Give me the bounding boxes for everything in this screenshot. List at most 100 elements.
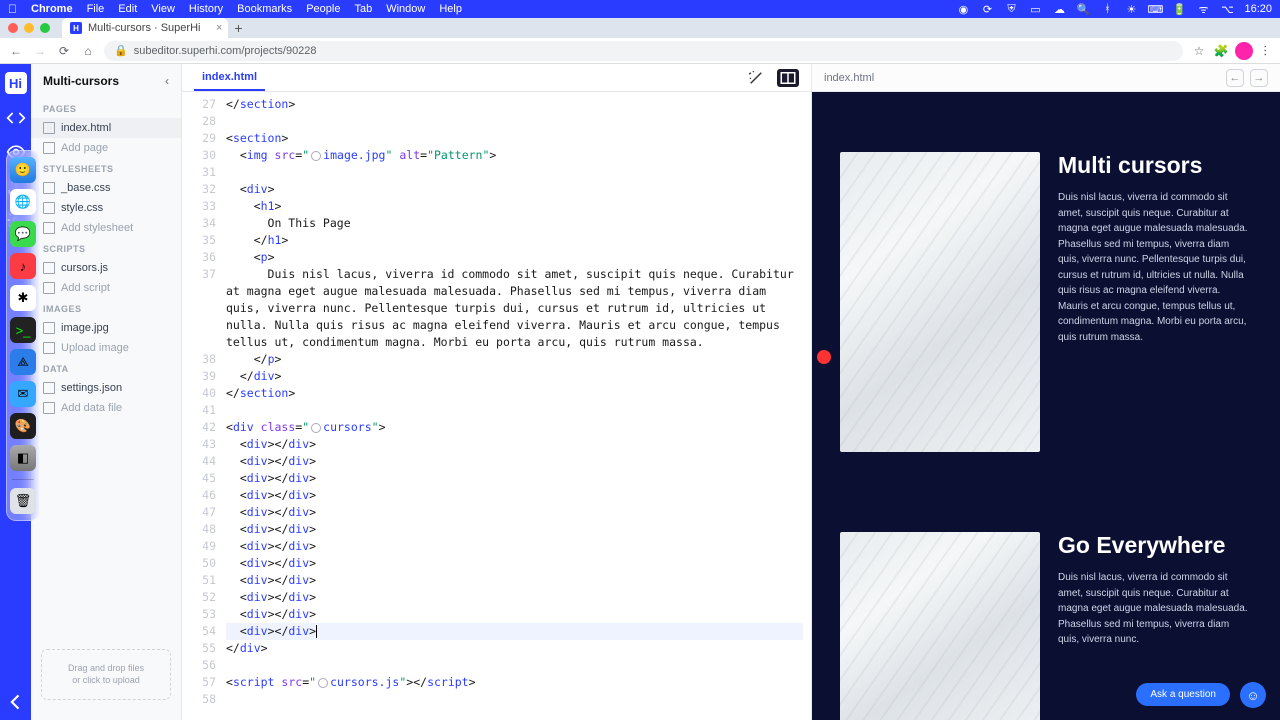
profile-avatar[interactable] [1235, 42, 1253, 60]
menu-window[interactable]: Window [386, 3, 425, 15]
menu-edit[interactable]: Edit [118, 3, 137, 15]
file-index-html[interactable]: index.html [31, 118, 181, 138]
preview-forward-button[interactable]: → [1250, 69, 1268, 87]
status-spotlight-icon[interactable]: 🔍 [1076, 2, 1090, 16]
chat-face-icon[interactable]: ☺ [1240, 682, 1266, 708]
dock-app-icon[interactable]: ◧ [10, 445, 36, 471]
window-controls[interactable] [8, 23, 50, 33]
drop-hint-line1: Drag and drop files [50, 662, 162, 675]
add-data-file-button[interactable]: Add data file [31, 398, 181, 418]
preview-section-1: Multi cursors Duis nisl lacus, viverra i… [840, 152, 1252, 452]
code-content[interactable]: </section> <section> <img src="image.jpg… [226, 92, 811, 720]
preview-title: index.html [824, 72, 874, 84]
file-icon [43, 122, 55, 134]
file-style-css[interactable]: style.css [31, 198, 181, 218]
browser-tab[interactable]: H Multi-cursors · SuperHi × [62, 18, 228, 38]
nav-home-button[interactable]: ⌂ [80, 43, 96, 59]
file-icon [43, 182, 55, 194]
file-icon [43, 202, 55, 214]
dock-messages-icon[interactable]: 💬 [10, 221, 36, 247]
nav-reload-button[interactable]: ⟳ [56, 43, 72, 59]
section-data-label: DATA [31, 358, 181, 378]
drop-zone[interactable]: Drag and drop files or click to upload [41, 649, 171, 700]
cursor-dot [817, 350, 831, 364]
dock-figma-icon[interactable]: 🎨 [10, 413, 36, 439]
status-keyboard-icon[interactable]: ⌨ [1148, 2, 1162, 16]
status-wifi-icon[interactable]: ᯤ [1196, 2, 1210, 16]
status-cloud-icon[interactable]: ☁ [1052, 2, 1066, 16]
status-time[interactable]: 16:20 [1244, 3, 1272, 15]
magic-wand-icon[interactable] [745, 69, 767, 87]
file-cursors-js[interactable]: cursors.js [31, 258, 181, 278]
file-image-jpg[interactable]: image.jpg [31, 318, 181, 338]
dock-slack-icon[interactable]: ✱ [10, 285, 36, 311]
dock-vscode-icon[interactable]: ⟁ [10, 349, 36, 375]
dock-terminal-icon[interactable]: >_ [10, 317, 36, 343]
preview-heading-1: Multi cursors [1058, 152, 1252, 178]
site-info-icon[interactable]: 🔒 [114, 44, 128, 57]
file-icon [43, 322, 55, 334]
tab-close-icon[interactable]: × [216, 22, 222, 34]
new-tab-button[interactable]: + [228, 20, 248, 36]
preview-viewport[interactable]: Multi cursors Duis nisl lacus, viverra i… [812, 92, 1280, 720]
dock-chrome-icon[interactable]: 🌐 [10, 189, 36, 215]
status-sun-icon[interactable]: ☀ [1124, 2, 1138, 16]
section-images-label: IMAGES [31, 298, 181, 318]
dock-finder-icon[interactable]: 🙂 [10, 157, 36, 183]
menu-bookmarks[interactable]: Bookmarks [237, 3, 292, 15]
app-root: Hi Multi-cursors ‹ PAGES index.html Add … [0, 64, 1280, 720]
chat-widget[interactable]: Ask a question [1136, 683, 1230, 706]
menu-help[interactable]: Help [439, 3, 462, 15]
extensions-icon[interactable]: 🧩 [1213, 43, 1229, 59]
status-bluetooth-icon[interactable]: ᚼ [1100, 2, 1114, 16]
chrome-menu-icon[interactable]: ⋯ [1259, 44, 1273, 57]
window-close-icon[interactable] [8, 23, 18, 33]
apple-menu-icon[interactable]:  [8, 2, 17, 16]
dock-music-icon[interactable]: ♪ [10, 253, 36, 279]
upload-image-button[interactable]: Upload image [31, 338, 181, 358]
status-battery-icon[interactable]: 🔋 [1172, 2, 1186, 16]
chrome-tab-strip: H Multi-cursors · SuperHi × + [0, 18, 1280, 38]
app-name[interactable]: Chrome [31, 3, 73, 15]
nav-forward-button[interactable]: → [32, 43, 48, 59]
url-field[interactable]: 🔒 subeditor.superhi.com/projects/90228 [104, 41, 1183, 61]
nav-back-button[interactable]: ← [8, 43, 24, 59]
status-sync-icon[interactable]: ⟳ [980, 2, 994, 16]
sidebar-collapse-icon[interactable]: ‹ [165, 74, 169, 88]
dock-mail-icon[interactable]: ✉ [10, 381, 36, 407]
rail-back-icon[interactable] [6, 692, 26, 712]
menu-tab[interactable]: Tab [354, 3, 372, 15]
dock-trash-icon[interactable]: 🗑 [10, 488, 36, 514]
file-base-css[interactable]: _base.css [31, 178, 181, 198]
status-shield-icon[interactable]: ⛨ [1004, 2, 1018, 16]
add-icon [43, 142, 55, 154]
file-sidebar: Multi-cursors ‹ PAGES index.html Add pag… [31, 64, 182, 720]
section-scripts-label: SCRIPTS [31, 238, 181, 258]
section-stylesheets-label: STYLESHEETS [31, 158, 181, 178]
status-display-icon[interactable]: ▭ [1028, 2, 1042, 16]
code-editor: index.html 2728293031323334353637 383940… [182, 64, 811, 720]
code-area[interactable]: 2728293031323334353637 38394041424344454… [182, 92, 811, 720]
status-camera-icon[interactable]: ◉ [956, 2, 970, 16]
preview-header: index.html ← → [812, 64, 1280, 92]
menu-file[interactable]: File [87, 3, 105, 15]
add-icon [43, 402, 55, 414]
tab-favicon-icon: H [70, 22, 82, 34]
menu-people[interactable]: People [306, 3, 340, 15]
layout-toggle-icon[interactable] [777, 69, 799, 87]
status-control-center-icon[interactable]: ⌥ [1220, 2, 1234, 16]
menu-history[interactable]: History [189, 3, 223, 15]
bookmark-icon[interactable]: ☆ [1191, 43, 1207, 59]
add-page-button[interactable]: Add page [31, 138, 181, 158]
menu-view[interactable]: View [151, 3, 175, 15]
app-logo-icon[interactable]: Hi [5, 72, 27, 94]
add-script-button[interactable]: Add script [31, 278, 181, 298]
window-zoom-icon[interactable] [40, 23, 50, 33]
tab-title: Multi-cursors · SuperHi [88, 22, 200, 34]
file-settings-json[interactable]: settings.json [31, 378, 181, 398]
preview-back-button[interactable]: ← [1226, 69, 1244, 87]
editor-tab-index-html[interactable]: index.html [194, 65, 265, 91]
rail-code-icon[interactable] [6, 108, 26, 128]
window-minimize-icon[interactable] [24, 23, 34, 33]
add-stylesheet-button[interactable]: Add stylesheet [31, 218, 181, 238]
